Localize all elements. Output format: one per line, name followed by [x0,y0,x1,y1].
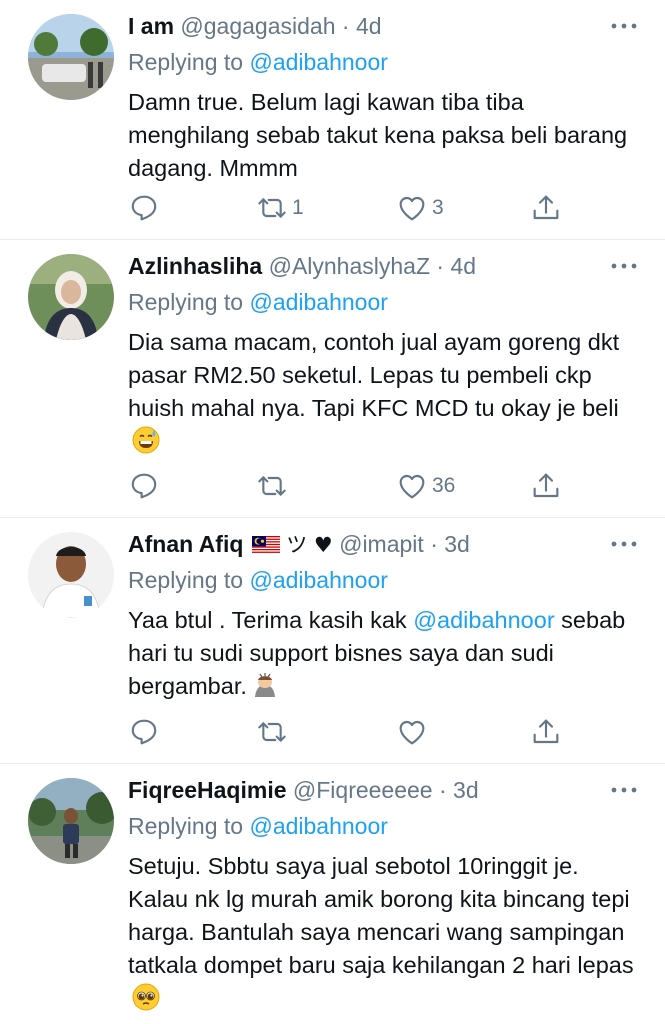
like-count: 36 [432,474,456,497]
tweet-text: Dia sama macam, contoh jual ayam goreng … [128,326,639,458]
mention-link[interactable]: @adibahnoor [249,567,387,593]
more-icon[interactable] [609,780,639,800]
tweet-text: Yaa btul . Terima kasih kak @adibahnoor … [128,604,639,703]
like-count: 3 [432,196,444,219]
reply-button[interactable] [128,468,160,504]
grinning-sweat-emoji [132,426,160,454]
tweet-time[interactable]: · 4d [342,13,382,39]
share-icon [530,716,562,748]
tweet-text-content: Setuju. Sbbtu saya jual sebotol 10ringgi… [128,853,634,978]
tweet-actions [128,714,608,750]
tweet-item[interactable]: Afnan Afiq ツ ♥ @imapit · 3d Replying to … [0,518,665,764]
share-button[interactable] [530,468,562,504]
retweet-button[interactable] [256,714,292,750]
tweet-item[interactable]: FiqreeHaqimie @Fiqreeeeee · 3d Replying … [0,764,665,1024]
avatar[interactable] [28,532,114,618]
reply-icon [128,716,160,748]
replying-to-label: Replying to [128,567,244,593]
retweet-button[interactable] [256,468,292,504]
reply-icon [128,470,160,502]
tweet-text-part: Yaa btul . Terima kasih kak [128,607,414,633]
retweet-count: 1 [292,196,304,219]
more-icon[interactable] [609,256,639,276]
replying-to-label: Replying to [128,813,244,839]
tweet-text-content: Dia sama macam, contoh jual ayam goreng … [128,329,620,421]
replying-to: Replying to @adibahnoor [128,286,639,318]
tweet-item[interactable]: I am @gagagasidah · 4d Replying to @adib… [0,0,665,240]
person-bowing-emoji [254,673,275,697]
retweet-button[interactable]: 1 [256,190,304,226]
share-icon [530,192,562,224]
heart-icon [396,470,428,502]
name-suffix: ツ ♥ [286,533,333,557]
pleading-face-emoji [132,983,160,1011]
reply-button[interactable] [128,714,160,750]
user-name[interactable]: Azlinhasliha [128,253,262,279]
replying-to: Replying to @adibahnoor [128,810,639,842]
avatar[interactable] [28,254,114,340]
avatar-image [28,532,114,618]
user-name[interactable]: FiqreeHaqimie [128,777,287,803]
tweet-time[interactable]: · 3d [430,531,470,557]
replying-to-label: Replying to [128,289,244,315]
user-handle[interactable]: @AlynhaslyhaZ [269,253,430,279]
tweet-time[interactable]: · 4d [436,253,476,279]
replying-to: Replying to @adibahnoor [128,564,639,596]
tweet-time[interactable]: · 3d [439,777,479,803]
mention-link[interactable]: @adibahnoor [249,813,387,839]
share-icon [530,470,562,502]
like-button[interactable]: 3 [396,190,444,226]
user-name[interactable]: I am [128,13,174,39]
share-button[interactable] [530,190,562,226]
tweet-text: Setuju. Sbbtu saya jual sebotol 10ringgi… [128,850,639,1015]
avatar-image [28,778,114,864]
retweet-icon [256,470,288,502]
mention-link[interactable]: @adibahnoor [249,49,387,75]
avatar-image [28,14,114,100]
user-name[interactable]: Afnan Afiq [128,531,243,557]
user-handle[interactable]: @Fiqreeeeee [293,777,433,803]
user-handle[interactable]: @gagagasidah [180,13,335,39]
more-icon[interactable] [609,534,639,554]
like-button[interactable]: 36 [396,468,455,504]
tweet-text: Damn true. Belum lagi kawan tiba tiba me… [128,89,628,181]
heart-icon [396,192,428,224]
avatar[interactable] [28,14,114,100]
like-button[interactable] [396,714,432,750]
heart-icon [396,716,428,748]
avatar-image [28,254,114,340]
user-handle[interactable]: @imapit [339,531,424,557]
mention-link[interactable]: @adibahnoor [249,289,387,315]
mention-link[interactable]: @adibahnoor [413,607,554,633]
tweet-item[interactable]: Azlinhasliha @AlynhaslyhaZ · 4d Replying… [0,240,665,518]
avatar[interactable] [28,778,114,864]
reply-button[interactable] [128,190,160,226]
tweet-actions: 1 3 [128,190,608,226]
malaysia-flag-icon [251,536,280,554]
tweet-actions: 36 [128,468,608,504]
retweet-icon [256,716,288,748]
more-icon[interactable] [609,16,639,36]
retweet-icon [256,192,288,224]
replying-to-label: Replying to [128,49,244,75]
reply-icon [128,192,160,224]
share-button[interactable] [530,714,562,750]
replying-to: Replying to @adibahnoor [128,46,639,78]
